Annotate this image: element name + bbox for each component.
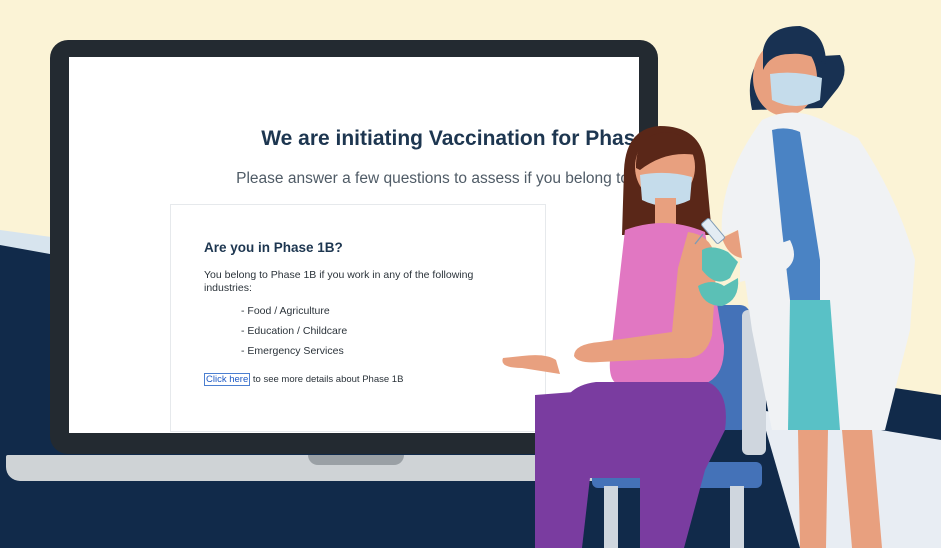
vaccination-illustration: We are initiating Vaccination for Phase … xyxy=(0,0,941,548)
people-illustration xyxy=(502,26,915,548)
